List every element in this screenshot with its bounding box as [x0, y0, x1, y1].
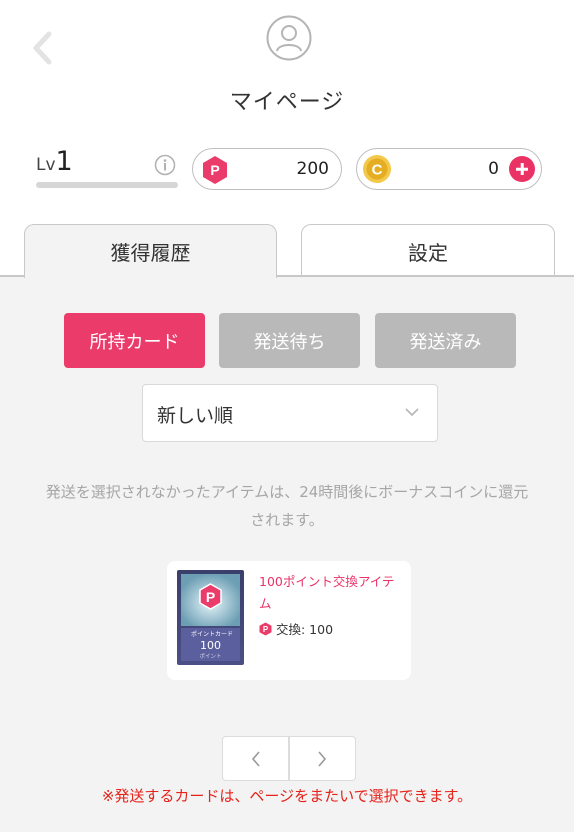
tab-settings[interactable]: 設定 [301, 224, 555, 277]
svg-text:ポイントカード: ポイントカード [191, 630, 233, 638]
back-button[interactable] [24, 26, 60, 70]
item-name: 100ポイント交換アイテム [259, 574, 395, 611]
chevron-down-icon [405, 408, 419, 417]
svg-text:P: P [263, 625, 269, 634]
level-progress-bar [36, 182, 178, 188]
svg-text:P: P [206, 589, 215, 605]
item-card[interactable]: P ポイントカード 100 ポイント 100ポイント交換アイテム P 交換: 1… [167, 561, 411, 680]
next-page-button[interactable] [290, 737, 355, 780]
user-avatar-icon[interactable] [266, 15, 312, 61]
notice-text: 発送を選択されなかったアイテムは、24時間後にボーナスコインに還元されます。 [45, 483, 529, 529]
pagination [222, 736, 356, 781]
points-icon: P [259, 622, 272, 635]
svg-text:C: C [372, 162, 383, 179]
chevron-right-icon [318, 750, 327, 767]
chevron-left-icon [251, 750, 260, 767]
item-cost: P 交換: 100 [259, 619, 333, 638]
filter-shipped-button[interactable]: 発送済み [375, 313, 516, 368]
info-icon[interactable] [154, 154, 176, 176]
points-icon: P [203, 156, 227, 184]
svg-text:P: P [210, 162, 219, 178]
coin-icon: C [363, 155, 391, 183]
sort-selected-label: 新しい順 [157, 405, 234, 427]
points-value: 200 [296, 159, 329, 179]
svg-text:ポイント: ポイント [199, 653, 221, 660]
prev-page-button[interactable] [223, 737, 288, 780]
selection-warning-text: ※発送するカードは、ページをまたいで選択できます。 [101, 787, 473, 805]
level-value: 1 [55, 146, 73, 177]
coins-balance: C 0 [356, 148, 542, 190]
svg-text:100: 100 [200, 639, 221, 652]
points-balance: P 200 [192, 148, 342, 190]
point-card-thumbnail: P ポイントカード 100 ポイント [177, 570, 244, 665]
filter-awaiting-shipment-button[interactable]: 発送待ち [219, 313, 360, 368]
filter-owned-cards-button[interactable]: 所持カード [64, 313, 205, 368]
item-cost-label: 交換: 100 [276, 622, 334, 637]
page-title: マイページ [229, 90, 345, 115]
coins-value: 0 [488, 159, 499, 179]
tab-history[interactable]: 獲得履歴 [24, 224, 277, 278]
sort-select[interactable]: 新しい順 [142, 384, 438, 442]
level-prefix: Lv [36, 155, 56, 175]
chevron-left-icon [33, 31, 52, 65]
add-coins-button[interactable] [509, 156, 535, 182]
